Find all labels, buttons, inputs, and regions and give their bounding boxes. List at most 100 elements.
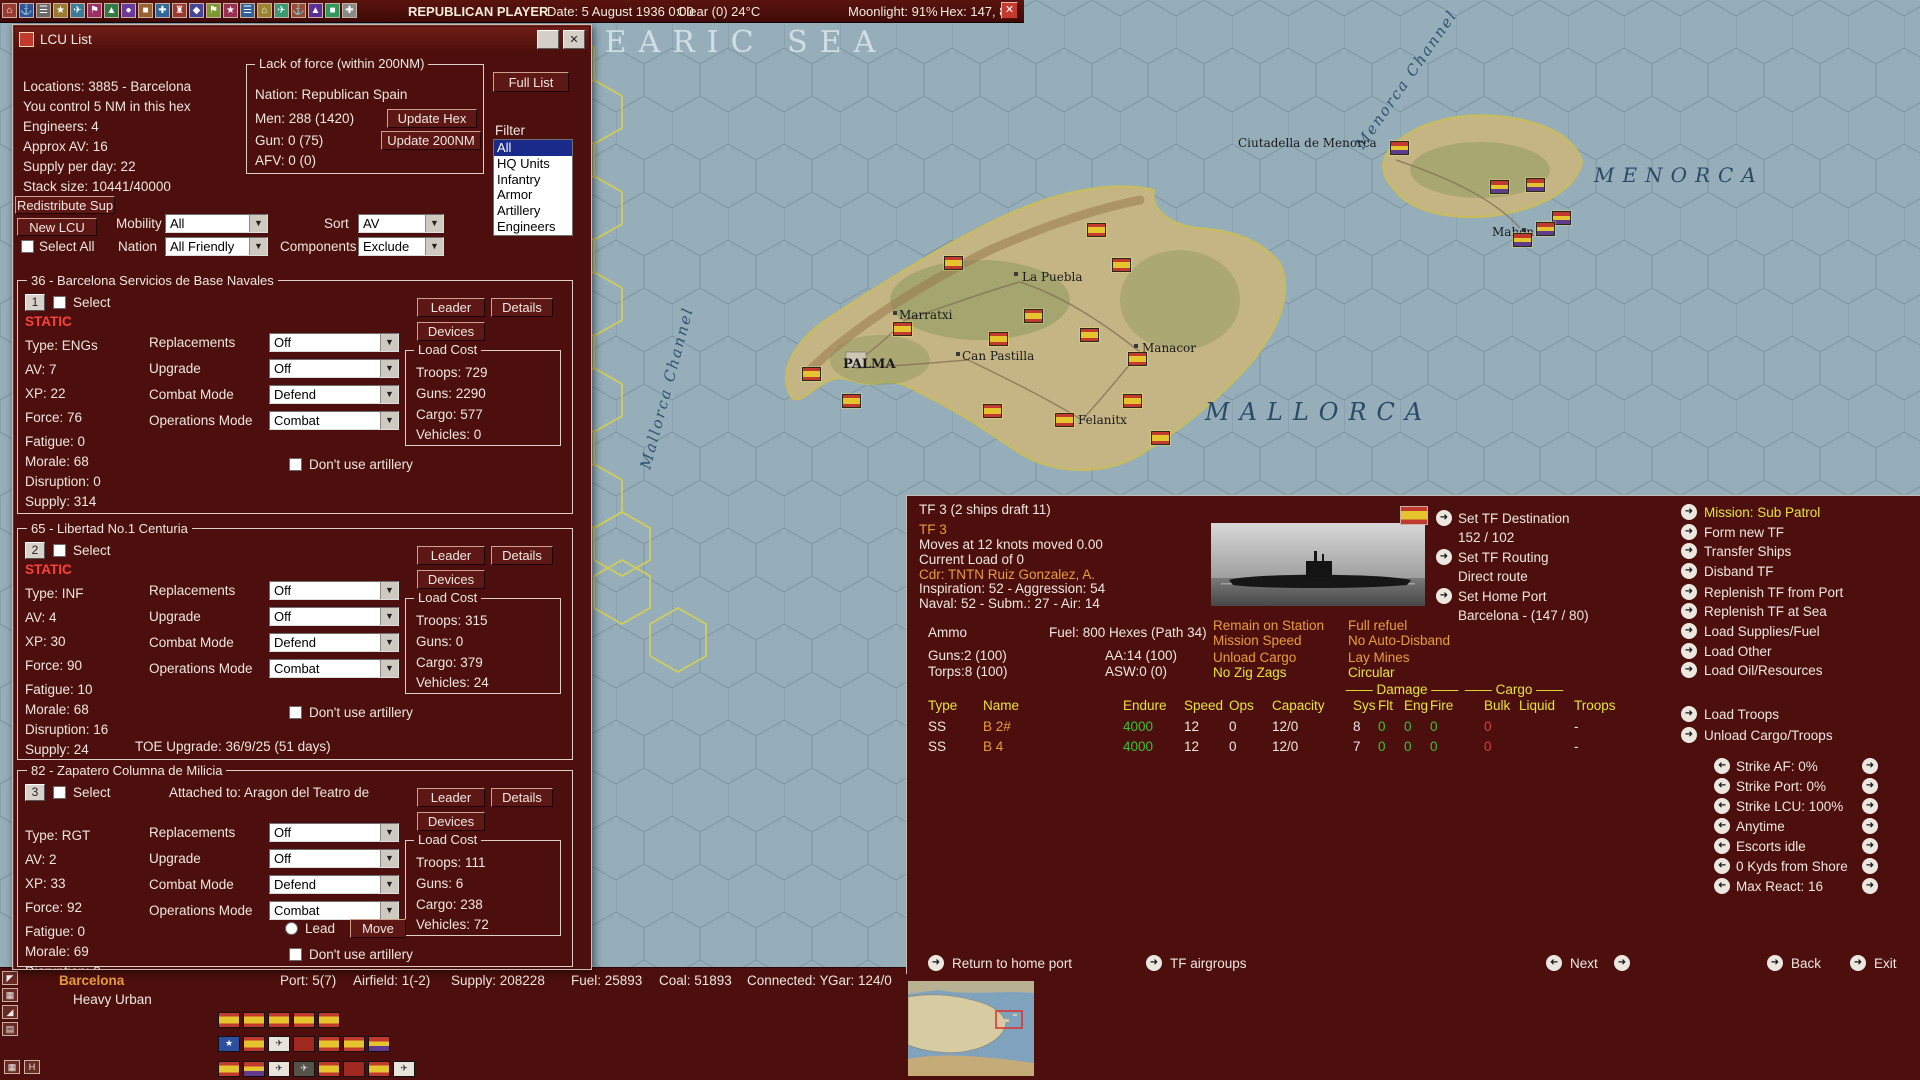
arrow-left-icon[interactable]: ➜: [1714, 818, 1730, 834]
update-200nm-button[interactable]: Update 200NM: [381, 131, 481, 150]
replacements-dropdown[interactable]: Off▼: [269, 581, 399, 600]
unit-chip[interactable]: ✈: [268, 1061, 290, 1077]
unload-cargo-troops[interactable]: Unload Cargo/Troops: [1704, 728, 1833, 743]
chevron-down-icon[interactable]: ▼: [380, 634, 398, 651]
exit-button[interactable]: Exit: [1874, 956, 1897, 971]
arrow-icon[interactable]: ➜: [1436, 510, 1452, 526]
filter-item-armor[interactable]: Armor: [494, 187, 572, 203]
unit-flag[interactable]: [989, 332, 1008, 346]
redistribute-supply-button[interactable]: Redistribute Sup: [15, 196, 115, 214]
minimize-button[interactable]: [537, 30, 559, 49]
arrow-left-icon[interactable]: ➜: [1714, 878, 1730, 894]
arrow-icon[interactable]: ➜: [1681, 643, 1697, 659]
unit-flag[interactable]: [1024, 309, 1043, 323]
chevron-down-icon[interactable]: ▼: [249, 238, 267, 255]
opt-mission-speed[interactable]: Mission Speed: [1213, 633, 1302, 648]
chevron-down-icon[interactable]: ▼: [380, 412, 398, 429]
mission-type[interactable]: Mission: Sub Patrol: [1704, 505, 1820, 520]
unit-chip[interactable]: [318, 1061, 340, 1077]
arrow-icon[interactable]: ➜: [1767, 955, 1783, 971]
toolbar-icon-5[interactable]: ⚑: [87, 3, 102, 18]
dont-use-artillery-checkbox[interactable]: [289, 706, 302, 719]
map-tool-icon[interactable]: ◤: [2, 971, 18, 985]
unit-chip[interactable]: [218, 1012, 240, 1028]
load-other[interactable]: Load Other: [1704, 644, 1772, 659]
filter-item-all[interactable]: All: [494, 140, 572, 156]
arrow-icon[interactable]: ➜: [1681, 584, 1697, 600]
set-tf-destination[interactable]: Set TF Destination: [1458, 511, 1570, 526]
toolbar-icon-12[interactable]: ⚑: [206, 3, 221, 18]
toolbar-icon-18[interactable]: ▲: [308, 3, 323, 18]
set-home-port[interactable]: Set Home Port: [1458, 589, 1547, 604]
combat-mode-dropdown[interactable]: Defend▼: [269, 385, 399, 404]
leader-button[interactable]: Leader: [417, 788, 485, 807]
details-button[interactable]: Details: [491, 546, 553, 565]
unit-chip[interactable]: [318, 1036, 340, 1052]
unit-chip[interactable]: [243, 1061, 265, 1077]
upgrade-dropdown[interactable]: Off▼: [269, 849, 399, 868]
operations-mode-dropdown[interactable]: Combat▼: [269, 659, 399, 678]
opt-full-refuel[interactable]: Full refuel: [1348, 618, 1407, 633]
unit-flag[interactable]: [1055, 413, 1074, 427]
replacements-dropdown[interactable]: Off▼: [269, 823, 399, 842]
replenish-at-sea[interactable]: Replenish TF at Sea: [1704, 604, 1827, 619]
load-oil-resources[interactable]: Load Oil/Resources: [1704, 663, 1823, 678]
unit-flag[interactable]: [1151, 431, 1170, 445]
arrow-left-icon[interactable]: ➜: [1714, 778, 1730, 794]
devices-button[interactable]: Devices: [417, 812, 485, 831]
unit-select-checkbox[interactable]: [53, 786, 66, 799]
set-tf-routing[interactable]: Set TF Routing: [1458, 550, 1549, 565]
grid-toggle-icon[interactable]: ▦: [4, 1060, 20, 1074]
opt-no-auto-disband[interactable]: No Auto-Disband: [1348, 633, 1450, 648]
replenish-from-port[interactable]: Replenish TF from Port: [1704, 585, 1843, 600]
window-titlebar[interactable]: LCU List ✕: [15, 27, 589, 51]
opt-lay-mines[interactable]: Lay Mines: [1348, 650, 1410, 665]
upgrade-dropdown[interactable]: Off▼: [269, 359, 399, 378]
arrow-icon[interactable]: ➜: [1681, 543, 1697, 559]
unit-chip[interactable]: ✈: [293, 1061, 315, 1077]
details-button[interactable]: Details: [491, 788, 553, 807]
chevron-down-icon[interactable]: ▼: [380, 902, 398, 919]
arrow-icon[interactable]: ➜: [1681, 603, 1697, 619]
unit-flag[interactable]: [1080, 328, 1099, 342]
select-all-checkbox[interactable]: [21, 240, 34, 253]
toolbar-icon-10[interactable]: ♜: [172, 3, 187, 18]
chevron-down-icon[interactable]: ▼: [380, 608, 398, 625]
leader-button[interactable]: Leader: [417, 546, 485, 565]
toolbar-icon-7[interactable]: ●: [121, 3, 136, 18]
toolbar-icon-14[interactable]: ☰: [240, 3, 255, 18]
unit-chip[interactable]: ✈: [268, 1036, 290, 1052]
unit-flag[interactable]: [893, 322, 912, 336]
arrow-right-icon[interactable]: ➜: [1862, 798, 1878, 814]
unit-flag[interactable]: [1513, 233, 1532, 247]
return-home-port[interactable]: Return to home port: [952, 956, 1072, 971]
new-lcu-button[interactable]: New LCU: [17, 218, 97, 236]
unit-flag[interactable]: [802, 367, 821, 381]
arrow-left-icon[interactable]: ➜: [1714, 858, 1730, 874]
unit-chip[interactable]: [343, 1036, 365, 1052]
arrow-icon[interactable]: ➜: [1436, 549, 1452, 565]
back-button[interactable]: Back: [1791, 956, 1821, 971]
base-name[interactable]: Barcelona: [59, 973, 124, 988]
unit-chip[interactable]: ✈: [393, 1061, 415, 1077]
unit-select-checkbox[interactable]: [53, 544, 66, 557]
operations-mode-dropdown[interactable]: Combat▼: [269, 411, 399, 430]
unit-chip[interactable]: [343, 1061, 365, 1077]
load-troops[interactable]: Load Troops: [1704, 707, 1779, 722]
chevron-down-icon[interactable]: ▼: [425, 238, 443, 255]
arrow-icon[interactable]: ➜: [1146, 955, 1162, 971]
prev-tf-icon[interactable]: ➜: [1546, 955, 1562, 971]
details-button[interactable]: Details: [491, 298, 553, 317]
chevron-down-icon[interactable]: ▼: [380, 660, 398, 677]
arrow-icon[interactable]: ➜: [1681, 563, 1697, 579]
ship-name[interactable]: B 2#: [983, 719, 1011, 734]
unit-flag[interactable]: [983, 404, 1002, 418]
arrow-icon[interactable]: ➜: [928, 955, 944, 971]
unit-chip[interactable]: [293, 1036, 315, 1052]
combat-mode-dropdown[interactable]: Defend▼: [269, 875, 399, 894]
load-supplies-fuel[interactable]: Load Supplies/Fuel: [1704, 624, 1820, 639]
opt-no-zig-zags[interactable]: No Zig Zags: [1213, 665, 1287, 680]
arrow-icon[interactable]: ➜: [1681, 727, 1697, 743]
close-icon[interactable]: ✕: [1001, 2, 1018, 19]
toolbar-icon-15[interactable]: ⌂: [257, 3, 272, 18]
